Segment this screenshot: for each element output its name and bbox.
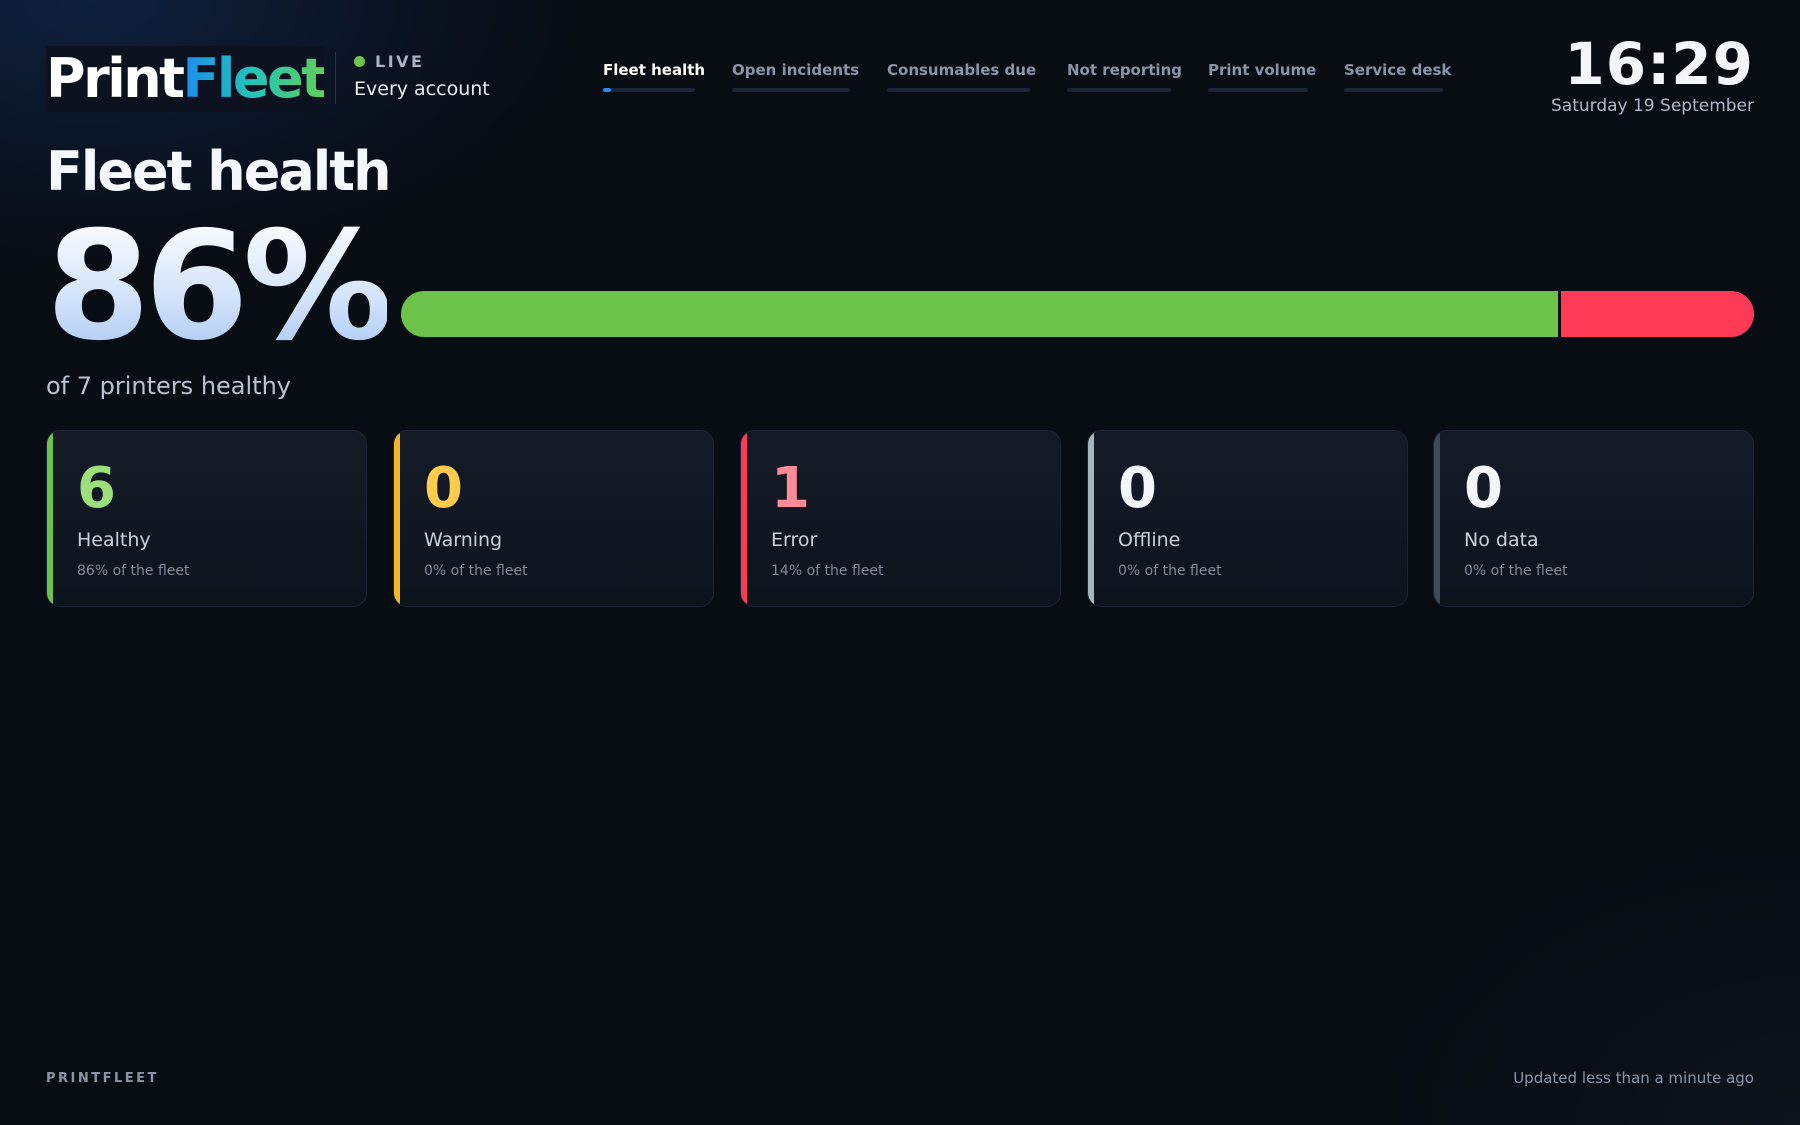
health-bar-segment-healthy [401,291,1558,337]
card-warning: 0 Warning 0% of the fleet [393,430,714,607]
tab-open-incidents[interactable]: Open incidents [732,60,859,96]
tab-progress-track [887,88,1030,92]
tab-progress-fill [603,88,612,92]
tab-label: Fleet health [603,61,706,79]
tab-consumables-due[interactable]: Consumables due [887,60,1036,96]
tab-print-volume[interactable]: Print volume [1208,60,1316,96]
card-sub: 0% of the fleet [1118,563,1222,579]
footer-brand: PRINTFLEET [46,1071,159,1086]
card-value: 0 [1118,456,1157,521]
tab-not-reporting[interactable]: Not reporting [1067,60,1182,96]
nav-tabs: Fleet health Open incidents Consumables … [0,60,1800,100]
card-offline: 0 Offline 0% of the fleet [1087,430,1408,607]
card-label: Warning [424,529,503,551]
last-updated: Updated less than a minute ago [1513,1069,1754,1087]
tab-label: Service desk [1344,61,1452,79]
tab-label: Open incidents [732,61,860,79]
card-sub: 86% of the fleet [77,563,190,579]
health-bar-segment-error [1557,291,1754,337]
card-label: Error [771,529,818,551]
card-healthy: 6 Healthy 86% of the fleet [46,430,367,607]
tab-progress-track [1067,88,1171,92]
tab-label: Consumables due [887,61,1037,79]
tab-label: Not reporting [1067,61,1182,79]
health-bar [401,291,1754,337]
health-subline: of 7 printers healthy [46,372,291,400]
tab-progress-track [603,88,695,92]
page-title: Fleet health [46,140,392,203]
tab-label: Print volume [1208,61,1317,79]
card-accent [741,431,747,606]
card-value: 0 [424,456,463,521]
card-value: 6 [77,456,116,521]
card-sub: 0% of the fleet [424,563,528,579]
card-error: 1 Error 14% of the fleet [740,430,1061,607]
tab-progress-track [1344,88,1443,92]
card-label: Healthy [77,529,151,551]
date: Saturday 19 September [1550,96,1754,116]
clock: 16:29 [1564,30,1754,98]
card-sub: 14% of the fleet [771,563,884,579]
card-accent [1434,431,1440,606]
card-accent [47,431,53,606]
card-accent [394,431,400,606]
tab-progress-track [1208,88,1308,92]
card-sub: 0% of the fleet [1464,563,1568,579]
card-value: 1 [771,456,810,521]
card-label: No data [1464,529,1539,551]
health-percent: 86% [46,200,393,374]
tab-fleet-health[interactable]: Fleet health [603,60,705,96]
card-no-data: 0 No data 0% of the fleet [1433,430,1754,607]
status-cards: 6 Healthy 86% of the fleet 0 Warning 0% … [46,430,1754,607]
tab-progress-track [732,88,850,92]
card-label: Offline [1118,529,1181,551]
tab-service-desk[interactable]: Service desk [1344,60,1451,96]
card-accent [1088,431,1094,606]
card-value: 0 [1464,456,1503,521]
